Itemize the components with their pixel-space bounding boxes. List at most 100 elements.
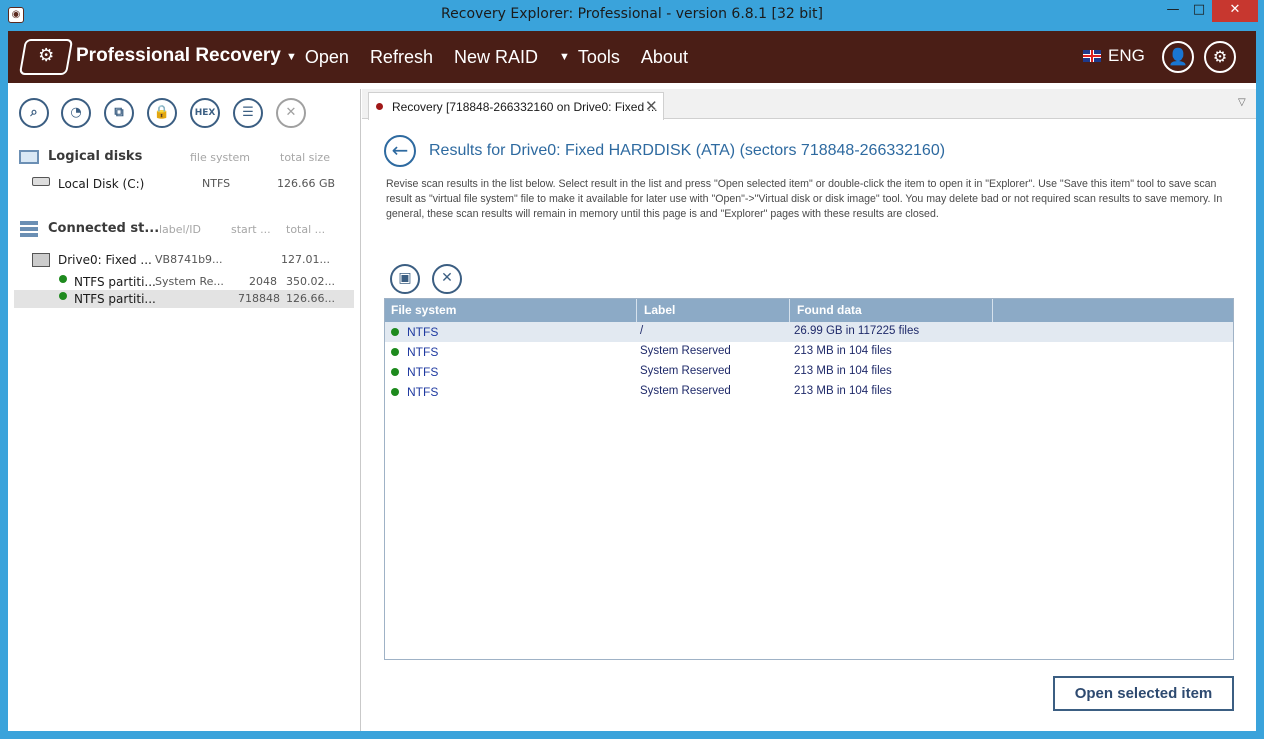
partition-total: 126.66... — [286, 292, 335, 305]
tab-label: Recovery [718848-266332160 on Drive0: Fi… — [392, 100, 658, 114]
logical-disks-header: Logical disks file system total size — [18, 148, 358, 168]
cell-found: 213 MB in 104 files — [794, 385, 892, 397]
drive-total: 127.01... — [281, 253, 330, 266]
caret-down-icon: ▼ — [558, 51, 570, 63]
table-row[interactable]: NTFS System Reserved 213 MB in 104 files — [385, 362, 1233, 382]
cell-label: System Reserved — [640, 365, 731, 377]
menu-new-raid[interactable]: New RAID — [454, 47, 538, 68]
gear-icon[interactable]: ⚙ — [1204, 41, 1236, 73]
partition-name: NTFS partiti... — [74, 275, 156, 289]
partition-row[interactable]: NTFS partiti... System Re... 2048 350.02… — [14, 273, 354, 291]
disk-size: 126.66 GB — [277, 177, 336, 190]
col-separator — [636, 299, 637, 322]
drive-row[interactable]: Drive0: Fixed ... VB8741b9... 127.01... — [14, 251, 354, 269]
cell-found: 213 MB in 104 files — [794, 345, 892, 357]
cell-found: 213 MB in 104 files — [794, 365, 892, 377]
search-icon[interactable]: ⌕ — [19, 98, 49, 128]
maximize-button[interactable]: □ — [1186, 0, 1212, 22]
lock-icon[interactable]: 🔒 — [147, 98, 177, 128]
main-panel: Recovery [718848-266332160 on Drive0: Fi… — [362, 89, 1256, 731]
partition-label: System Re... — [155, 275, 224, 288]
cell-fs: NTFS — [407, 365, 439, 379]
main-menu: ▼ Open Refresh New RAID ▼ Tools About — [286, 47, 709, 68]
save-icon[interactable]: ▣ — [390, 264, 420, 294]
language-label: ENG — [1108, 46, 1145, 65]
close-icon[interactable]: ✕ — [276, 98, 306, 128]
close-window-button[interactable]: ✕ — [1212, 0, 1258, 22]
drive-id: VB8741b9... — [155, 253, 223, 266]
partition-name: NTFS partiti... — [74, 292, 156, 306]
tab-menu-chevron-icon[interactable]: ▽ — [1238, 97, 1246, 108]
caret-down-icon: ▼ — [286, 51, 297, 63]
left-panel: ⌕ ◔ ⧉ 🔒 HEX ☰ ✕ Logical disks file syste… — [8, 89, 361, 731]
list-icon[interactable]: ☰ — [233, 98, 263, 128]
drive-name: Drive0: Fixed ... — [58, 253, 152, 267]
brand-title: Professional Recovery — [76, 45, 281, 66]
status-dot-icon — [59, 275, 67, 283]
scan-icon[interactable]: ◔ — [61, 98, 91, 128]
title-bar: ◉ Recovery Explorer: Professional - vers… — [0, 0, 1264, 31]
page-title: Results for Drive0: Fixed HARDDISK (ATA)… — [429, 142, 946, 159]
table-row[interactable]: NTFS / 26.99 GB in 117225 files — [385, 322, 1233, 342]
back-arrow-icon[interactable]: ← — [384, 135, 416, 167]
status-dot-icon — [391, 368, 399, 376]
connected-title: Connected st... — [48, 221, 160, 236]
delete-icon[interactable]: ✕ — [432, 264, 462, 294]
cell-fs: NTFS — [407, 385, 439, 399]
table-header: File system Label Found data — [385, 299, 1233, 322]
col-label-id: label/ID — [159, 223, 202, 236]
col-start: start ... — [231, 223, 271, 236]
partition-total: 350.02... — [286, 275, 335, 288]
minimize-button[interactable]: — — [1160, 0, 1186, 22]
window-frame-right — [1256, 31, 1264, 739]
col-total: total ... — [286, 223, 326, 236]
storage-icon — [20, 221, 38, 237]
cell-label: System Reserved — [640, 345, 731, 357]
menu-tools[interactable]: ▼ Tools — [559, 47, 620, 68]
menu-tools-label: Tools — [577, 47, 620, 67]
logical-disks-title: Logical disks — [48, 149, 143, 164]
col-separator — [789, 299, 790, 322]
connected-storages-header: Connected st... label/ID start ... total… — [18, 220, 358, 240]
logo-icon: ⚙ — [18, 39, 74, 75]
window-frame-bottom — [0, 731, 1264, 739]
col-header-file-system[interactable]: File system — [391, 303, 456, 317]
open-selected-item-button[interactable]: Open selected item — [1053, 676, 1234, 711]
cell-fs: NTFS — [407, 325, 439, 339]
hex-icon[interactable]: HEX — [190, 98, 220, 128]
logical-disk-row[interactable]: Local Disk (C:) NTFS 126.66 GB — [14, 175, 354, 193]
table-row[interactable]: NTFS System Reserved 213 MB in 104 files — [385, 382, 1233, 402]
menu-open[interactable]: ▼ Open — [286, 47, 349, 68]
partition-start: 2048 — [249, 275, 277, 288]
partition-row-selected[interactable]: NTFS partiti... 718848 126.66... — [14, 290, 354, 308]
status-dot-icon — [59, 292, 67, 300]
tab-status-dot-icon — [376, 103, 383, 110]
tab-bar: Recovery [718848-266332160 on Drive0: Fi… — [362, 89, 1256, 120]
col-total-size: total size — [280, 151, 330, 164]
app-header: ⚙ Professional Recovery ▼ Open Refresh Ne… — [8, 31, 1256, 83]
table-row[interactable]: NTFS System Reserved 213 MB in 104 files — [385, 342, 1233, 362]
disk-image-icon[interactable]: ⧉ — [104, 98, 134, 128]
drive-icon — [32, 177, 50, 186]
menu-about[interactable]: About — [641, 47, 688, 68]
cell-label: System Reserved — [640, 385, 731, 397]
page-description: Revise scan results in the list below. S… — [386, 178, 1223, 220]
cell-label: / — [640, 325, 644, 337]
col-file-system: file system — [190, 151, 251, 164]
window-frame-left — [0, 31, 8, 739]
computer-icon — [19, 150, 39, 164]
tab-recovery[interactable]: Recovery [718848-266332160 on Drive0: Fi… — [368, 92, 664, 120]
disk-name: Local Disk (C:) — [58, 177, 145, 191]
cell-fs: NTFS — [407, 345, 439, 359]
partition-start: 718848 — [238, 292, 280, 305]
col-header-found-data[interactable]: Found data — [797, 303, 862, 317]
window-title: Recovery Explorer: Professional - versio… — [441, 6, 823, 22]
user-icon[interactable]: 👤 — [1162, 41, 1194, 73]
status-dot-icon — [391, 328, 399, 336]
results-table: File system Label Found data NTFS / 26.9… — [384, 298, 1234, 660]
tab-close-icon[interactable]: ✕ — [645, 97, 658, 115]
language-selector[interactable]: ENG — [1083, 46, 1145, 66]
col-header-label[interactable]: Label — [644, 303, 675, 317]
col-separator — [992, 299, 993, 322]
menu-refresh[interactable]: Refresh — [370, 47, 433, 68]
